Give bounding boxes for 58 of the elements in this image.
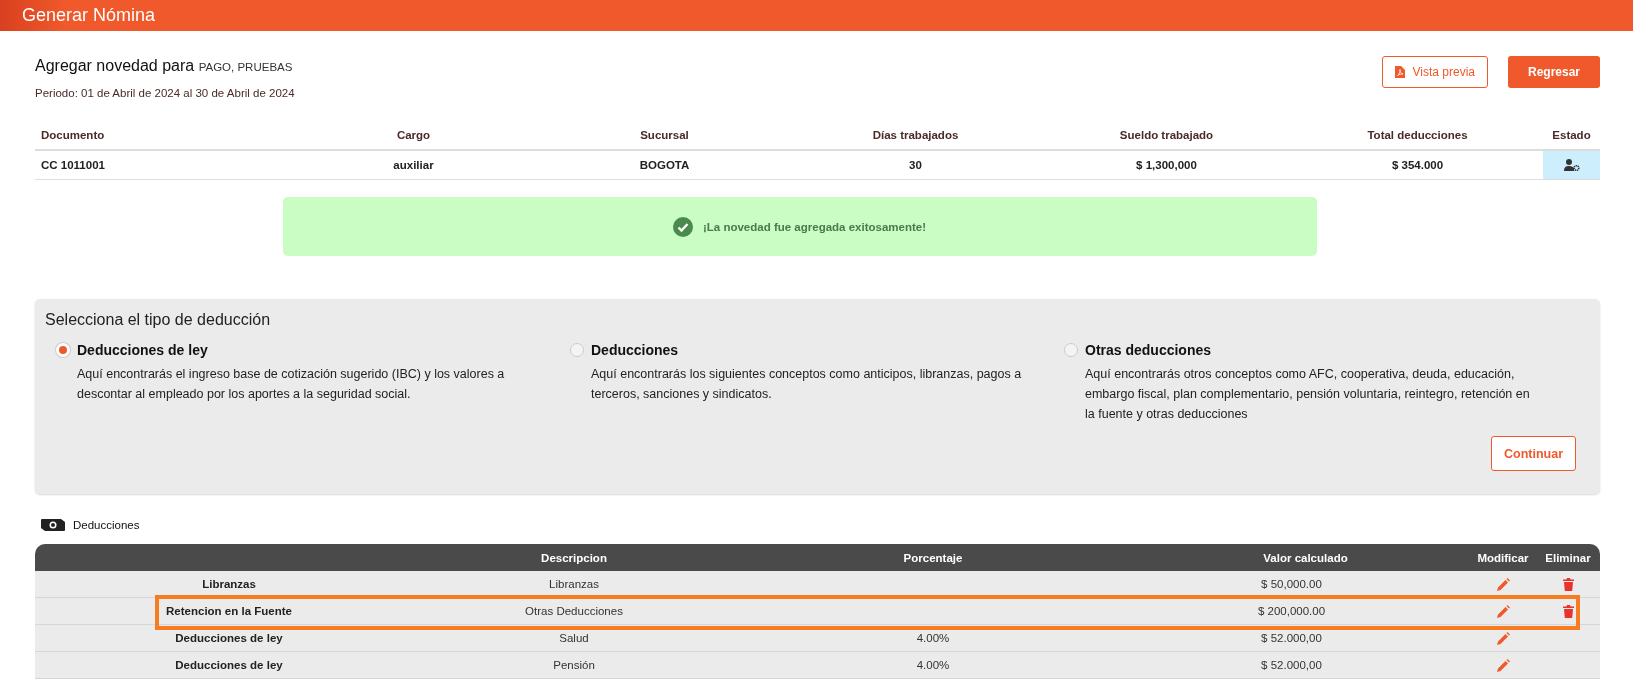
table-cell: 4.00% [916, 632, 950, 644]
table-cell-text: Salud [558, 631, 590, 646]
column-header: Cargo [395, 128, 432, 143]
page-header-title: Generar Nómina [22, 5, 156, 26]
status-button[interactable] [1543, 151, 1600, 179]
trash-icon[interactable] [1562, 604, 1574, 618]
table-cell-text: $ 354.000 [1390, 158, 1445, 173]
table-cell: 4.00% [916, 659, 950, 671]
table-cell-text: Otras Deducciones [524, 604, 624, 619]
column-header: Modificar [1476, 550, 1530, 566]
table-cell-text: Pensión [552, 658, 596, 673]
table-cell-text: Deducciones de ley [174, 658, 284, 673]
user-gear-icon [1563, 159, 1580, 171]
column-header: Total deducciones [1366, 128, 1469, 143]
column-header: Documento [40, 128, 106, 143]
table-cell-text: $ 52.000,00 [1260, 658, 1323, 673]
pencil-icon[interactable] [1496, 577, 1510, 591]
banknote-icon [41, 518, 65, 532]
page-title: Agregar novedad para PAGO, PRUEBAS [35, 57, 294, 75]
table-cell-text: Libranzas [548, 577, 600, 592]
table-cell-text: Retencion en la Fuente [165, 604, 293, 619]
column-header: Días trabajados [871, 128, 960, 143]
radio-button[interactable] [1064, 343, 1078, 357]
alert-message: ¡La novedad fue agregada exitosamente! [702, 220, 926, 233]
column-header: Sucursal [639, 128, 690, 143]
pencil-icon[interactable] [1496, 604, 1510, 618]
table-cell-text: CC 1011001 [40, 158, 106, 173]
check-circle-icon [672, 216, 693, 237]
section-title: Deducciones [73, 519, 140, 531]
radio-button[interactable] [570, 343, 584, 357]
option-label[interactable]: Otras deducciones [1085, 342, 1212, 358]
table-cell-text: Deducciones de ley [174, 631, 284, 646]
column-header: Sueldo trabajado [1118, 128, 1215, 143]
column-header: Descripcion [540, 550, 608, 566]
option-description: Aquí encontrarás el ingreso base de cotización sugerido (IBC) y los valores a descontar al empleado por los aportes a la seguridad social. [77, 366, 506, 403]
trash-icon[interactable] [1562, 577, 1574, 591]
table-cell-text: $ 1,300,000 [1135, 158, 1198, 173]
table-cell-text: 30 [908, 158, 923, 173]
column-header: Estado [1551, 128, 1592, 143]
table-cell-text: BOGOTA [638, 158, 691, 173]
preview-button[interactable]: Vista previa [1381, 56, 1488, 88]
column-header: Eliminar [1544, 550, 1592, 566]
period-text: Periodo: 01 de Abril de 2024 al 30 de Abril de 2024 [35, 87, 295, 99]
panel-title: Selecciona el tipo de deducción [45, 311, 272, 329]
pdf-icon [1394, 66, 1405, 78]
option-label[interactable]: Deducciones de ley [77, 342, 208, 358]
column-header: Porcentaje [902, 550, 964, 566]
option-label[interactable]: Deducciones [591, 342, 679, 358]
pencil-icon[interactable] [1496, 631, 1510, 645]
option-description: Aquí encontrarás los siguientes conceptos como anticipos, libranzas, pagos a terceros, sanciones y sindicatos. [591, 366, 1023, 403]
table-cell-text: $ 52.000,00 [1260, 631, 1323, 646]
table-cell-text: $ 200,000.00 [1256, 604, 1327, 619]
option-description: Aquí encontrarás otros conceptos como AFC, cooperativa, deuda, educación, embargo fiscal, plan complementario, pensión voluntaria, reintegro, retención en la fuente y otras deducciones [1085, 366, 1531, 423]
pencil-icon[interactable] [1496, 658, 1510, 672]
table-cell-text: $ 50,000.00 [1260, 577, 1323, 592]
table-cell-text: auxiliar [392, 158, 435, 173]
table-cell-text: Libranzas [201, 577, 257, 592]
column-header: Valor calculado [1262, 550, 1349, 566]
